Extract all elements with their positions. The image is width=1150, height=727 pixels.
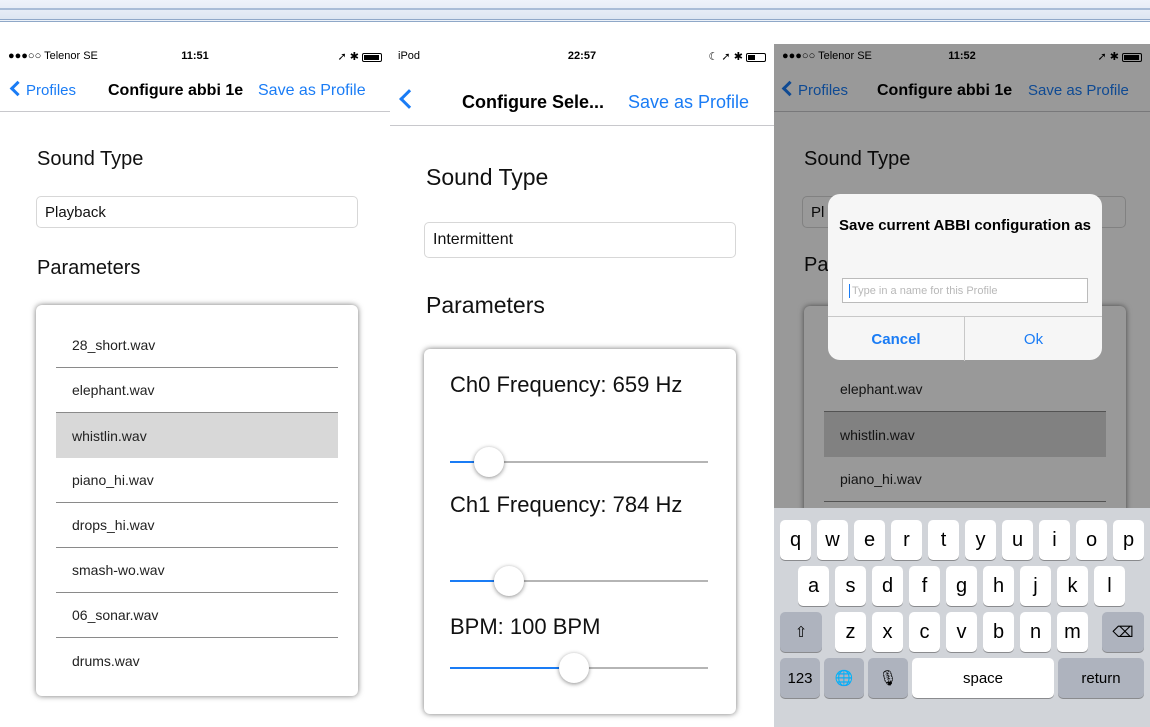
- key-c[interactable]: c: [909, 612, 940, 652]
- navigation-bar: Configure Sele... Save as Profile: [390, 80, 774, 126]
- dialog-title: Save current ABBI configuration as: [839, 217, 1091, 234]
- sound-type-heading: Sound Type: [37, 148, 144, 170]
- key-o[interactable]: o: [1076, 520, 1107, 560]
- chevron-left-icon: [399, 89, 419, 109]
- sound-file-item[interactable]: smash-wo.wav: [56, 548, 338, 593]
- globe-key-icon[interactable]: 🌐: [824, 658, 864, 698]
- sound-type-field[interactable]: Intermittent: [424, 222, 736, 258]
- parameters-heading: Parameters: [37, 257, 141, 279]
- key-v[interactable]: v: [946, 612, 977, 652]
- key-k[interactable]: k: [1057, 566, 1088, 606]
- key-m[interactable]: m: [1057, 612, 1088, 652]
- sound-file-item[interactable]: drums.wav: [56, 638, 338, 683]
- key-n[interactable]: n: [1020, 612, 1051, 652]
- parameters-heading: Parameters: [426, 292, 545, 318]
- key-l[interactable]: l: [1094, 566, 1125, 606]
- key-f[interactable]: f: [909, 566, 940, 606]
- back-button[interactable]: Profiles: [9, 80, 77, 99]
- slider-label: BPM: 100 BPM: [450, 614, 601, 639]
- sound-file-item[interactable]: whistlin.wav: [56, 413, 338, 458]
- slider-fill: [450, 667, 574, 669]
- save-as-profile-button[interactable]: Save as Profile: [628, 92, 749, 113]
- battery-icon: [362, 52, 382, 62]
- battery-icon: [746, 52, 766, 62]
- slider-label: Ch0 Frequency: 659 Hz: [450, 372, 683, 397]
- shift-key-icon[interactable]: ⇧: [780, 612, 822, 652]
- key-h[interactable]: h: [983, 566, 1014, 606]
- moon-location-bluetooth-icon: ☾ ➚ ✱: [708, 51, 743, 63]
- key-p[interactable]: p: [1113, 520, 1144, 560]
- key-w[interactable]: w: [817, 520, 848, 560]
- save-as-profile-button[interactable]: Save as Profile: [258, 82, 366, 100]
- status-icons: ☾ ➚ ✱: [709, 50, 766, 63]
- key-s[interactable]: s: [835, 566, 866, 606]
- status-bar: ●●●○○ Telenor SE 11:51 ➚ ✱: [0, 50, 390, 68]
- navigation-bar: Profiles Configure abbi 1e Save as Profi…: [0, 72, 390, 112]
- key-r[interactable]: r: [891, 520, 922, 560]
- key-b[interactable]: b: [983, 612, 1014, 652]
- key-d[interactable]: d: [872, 566, 903, 606]
- numbers-key[interactable]: 123: [780, 658, 820, 698]
- sound-type-field[interactable]: Playback: [36, 196, 358, 228]
- slider-knob[interactable]: [474, 447, 504, 477]
- key-g[interactable]: g: [946, 566, 977, 606]
- space-key[interactable]: space: [912, 658, 1054, 698]
- status-icons: ➚ ✱: [337, 50, 382, 63]
- parameter-slider[interactable]: [450, 566, 708, 596]
- key-e[interactable]: e: [854, 520, 885, 560]
- profile-name-input[interactable]: Type in a name for this Profile: [842, 278, 1088, 303]
- save-profile-dialog: Save current ABBI configuration as Type …: [828, 194, 1102, 361]
- slider-knob[interactable]: [559, 653, 589, 683]
- cancel-button[interactable]: Cancel: [828, 317, 965, 361]
- key-t[interactable]: t: [928, 520, 959, 560]
- parameters-card: Ch0 Frequency: 659 Hz Ch1 Frequency: 784 …: [424, 349, 736, 714]
- status-bar: iPod 22:57 ☾ ➚ ✱: [390, 50, 774, 68]
- key-y[interactable]: y: [965, 520, 996, 560]
- parameter-slider[interactable]: [450, 447, 708, 477]
- sound-type-heading: Sound Type: [426, 164, 549, 190]
- clock: 11:51: [181, 50, 209, 62]
- parameter-slider[interactable]: [450, 653, 708, 683]
- microphone-key-icon[interactable]: 🎙: [868, 658, 908, 698]
- location-bluetooth-icon: ➚ ✱: [337, 51, 359, 63]
- screen-intermittent: iPod 22:57 ☾ ➚ ✱ Configure Sele... Save …: [390, 44, 774, 727]
- screen-save-dialog: ●●●○○ Telenor SE 11:52 ➚ ✱ Profiles Conf…: [774, 44, 1150, 727]
- nav-title: Configure Sele...: [462, 92, 605, 112]
- slider-knob[interactable]: [494, 566, 524, 596]
- key-a[interactable]: a: [798, 566, 829, 606]
- backspace-key-icon[interactable]: ⌫: [1102, 612, 1144, 652]
- back-label: Profiles: [26, 82, 77, 99]
- file-list-card: 28_short.wav elephant.wav whistlin.wav pian…: [36, 305, 358, 696]
- slider-label: Ch1 Frequency: 784 Hz: [450, 492, 683, 517]
- chevron-left-icon: [9, 80, 26, 97]
- nav-title: Configure abbi 1e: [108, 82, 244, 99]
- key-q[interactable]: q: [780, 520, 811, 560]
- screen-playback: ●●●○○ Telenor SE 11:51 ➚ ✱ Profiles Conf…: [0, 44, 390, 727]
- key-i[interactable]: i: [1039, 520, 1070, 560]
- sound-file-item[interactable]: 06_sonar.wav: [56, 593, 338, 638]
- dialog-buttons: Cancel Ok: [828, 316, 1102, 361]
- back-button[interactable]: [399, 89, 419, 111]
- text-caret: [849, 283, 850, 298]
- key-j[interactable]: j: [1020, 566, 1051, 606]
- key-z[interactable]: z: [835, 612, 866, 652]
- ok-button[interactable]: Ok: [965, 317, 1102, 361]
- document-header-bar: [0, 0, 1150, 22]
- sound-file-item[interactable]: piano_hi.wav: [56, 458, 338, 503]
- return-key[interactable]: return: [1058, 658, 1144, 698]
- sound-file-item[interactable]: drops_hi.wav: [56, 503, 338, 548]
- profile-name-placeholder: Type in a name for this Profile: [852, 284, 998, 297]
- key-x[interactable]: x: [872, 612, 903, 652]
- on-screen-keyboard: q w e r t y u i o p a s d f g h j k l ⇧ z x c v b n m ⌫ 123 🌐 🎙 space re…: [774, 508, 1150, 727]
- sound-file-item[interactable]: 28_short.wav: [56, 323, 338, 368]
- sound-file-item[interactable]: elephant.wav: [56, 368, 338, 413]
- key-u[interactable]: u: [1002, 520, 1033, 560]
